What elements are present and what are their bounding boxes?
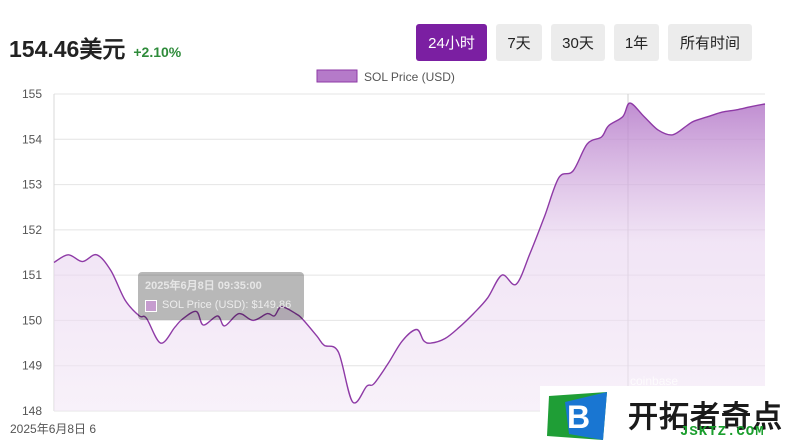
time-range-tabs: 24小时 7天 30天 1年 所有时间 — [416, 24, 752, 61]
price-change: +2.10% — [133, 44, 182, 60]
y-tick-label: 148 — [22, 404, 42, 418]
watermark-en-text: JSKTZ.COM — [680, 424, 765, 440]
y-tick-label: 151 — [22, 268, 42, 282]
y-axis: 148 149 150 151 152 153 154 155 — [22, 87, 42, 418]
y-tick-label: 150 — [22, 313, 42, 327]
y-tick-label: 153 — [22, 178, 42, 192]
watermark-logo-icon: B — [547, 392, 607, 440]
svg-text:B: B — [567, 399, 590, 435]
y-tick-label: 155 — [22, 87, 42, 101]
legend-swatch — [316, 69, 358, 83]
tab-7d[interactable]: 7天 — [496, 24, 542, 61]
tooltip-swatch — [145, 299, 157, 312]
y-tick-label: 149 — [22, 359, 42, 373]
tab-24h[interactable]: 24小时 — [416, 24, 487, 61]
x-tick-label: 2025年6月8日 6 — [10, 422, 96, 436]
legend-label: SOL Price (USD) — [364, 70, 455, 84]
tab-1y[interactable]: 1年 — [614, 24, 659, 61]
current-price: 154.46美元 — [9, 36, 126, 62]
chart-tooltip: 2025年6月8日 09:35:00 SOL Price (USD): $149… — [138, 272, 304, 320]
tab-all-time[interactable]: 所有时间 — [668, 24, 752, 61]
series-area-fill — [54, 103, 765, 411]
price-header: 154.46美元 +2.10% — [9, 30, 181, 64]
tooltip-value: SOL Price (USD): $149.86 — [162, 299, 292, 311]
tooltip-title: 2025年6月8日 09:35:00 — [145, 280, 262, 292]
y-tick-label: 154 — [22, 132, 42, 146]
tab-30d[interactable]: 30天 — [551, 24, 605, 61]
chart-legend: SOL Price (USD) — [316, 69, 455, 84]
tooltip-row: SOL Price (USD): $149.86 — [145, 297, 297, 314]
site-watermark: B 开拓者奇点 JSKTZ.COM — [540, 386, 790, 446]
y-tick-label: 152 — [22, 223, 42, 237]
